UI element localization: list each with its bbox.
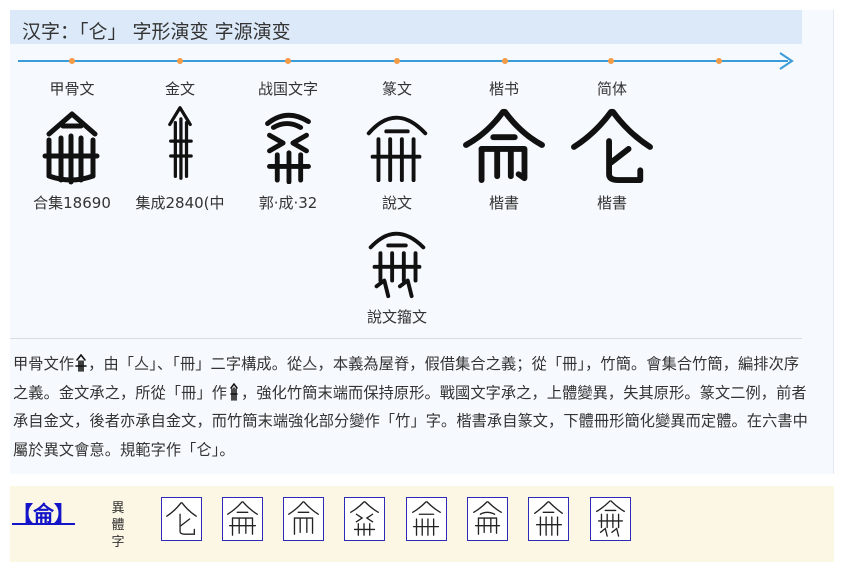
timeline-line xyxy=(18,60,788,62)
evolution-panel: 汉字：「仑」 字形演变 字源演变 甲骨文 金文 战国文字 篆文 楷书 简体 合集… xyxy=(10,10,834,474)
timeline-dot xyxy=(177,58,183,64)
variant-glyph-8[interactable] xyxy=(590,497,631,541)
stage-label-regular: 楷书 xyxy=(488,80,519,98)
simplified-glyph-image xyxy=(571,108,653,184)
oracle-inline-glyph-image xyxy=(75,354,87,372)
timeline-dot xyxy=(69,58,75,64)
divider xyxy=(10,338,802,339)
stage-label-oracle: 甲骨文 xyxy=(49,80,95,98)
variant-label: 異體字 xyxy=(111,501,125,550)
traditional-char-link[interactable]: 【侖】 xyxy=(12,498,75,528)
timeline-dot xyxy=(502,58,508,64)
source-label: 楷書 xyxy=(488,194,519,212)
source-label: 說文 xyxy=(381,194,412,212)
source-label: 集成2840(中 xyxy=(135,194,225,212)
stage-label-simplified: 简体 xyxy=(596,80,627,98)
timeline-dot xyxy=(285,58,291,64)
panel-header: 汉字：「仑」 字形演变 字源演变 xyxy=(10,10,802,44)
variant-glyph-3[interactable] xyxy=(283,497,324,541)
warring-states-glyph-image xyxy=(265,112,311,184)
seal-zhou-glyph-image xyxy=(368,231,426,299)
variant-glyph-2[interactable] xyxy=(222,497,263,541)
bronze-glyph-image xyxy=(168,106,193,180)
variant-bar: 【侖】 異體字 xyxy=(10,486,834,562)
variant-glyph-1[interactable] xyxy=(161,497,202,541)
timeline-dot xyxy=(716,58,722,64)
description-text: 甲骨文作 ，由「亼」、「冊」二字構成。從亼，本義為屋脊，假借集合之義；從「冊」，竹… xyxy=(13,350,808,464)
timeline-dot xyxy=(394,58,400,64)
description-part-1: 甲骨文作 xyxy=(13,355,75,373)
stage-label-bronze: 金文 xyxy=(164,80,195,98)
regular-script-glyph-image xyxy=(463,108,545,184)
timeline-dot xyxy=(608,58,614,64)
oracle-bone-glyph-image xyxy=(42,111,100,185)
source-label: 楷書 xyxy=(596,194,627,212)
variant-glyph-5[interactable] xyxy=(406,497,447,541)
bronze-inline-glyph-image xyxy=(230,382,238,401)
stage-label-warring-states: 战国文字 xyxy=(257,80,318,98)
source-label: 合集18690 xyxy=(33,194,111,212)
stage-label-seal: 篆文 xyxy=(381,80,412,98)
seal-script-glyph-image xyxy=(366,115,428,183)
source-label: 郭·成·32 xyxy=(258,194,318,212)
timeline-arrow-icon xyxy=(779,52,794,70)
page-title: 汉字：「仑」 字形演变 字源演变 xyxy=(22,21,291,43)
variant-glyph-6[interactable] xyxy=(467,497,508,541)
variant-glyph-7[interactable] xyxy=(528,497,569,541)
source-label-zhou: 說文籀文 xyxy=(366,308,427,326)
variant-glyph-4[interactable] xyxy=(344,497,385,541)
